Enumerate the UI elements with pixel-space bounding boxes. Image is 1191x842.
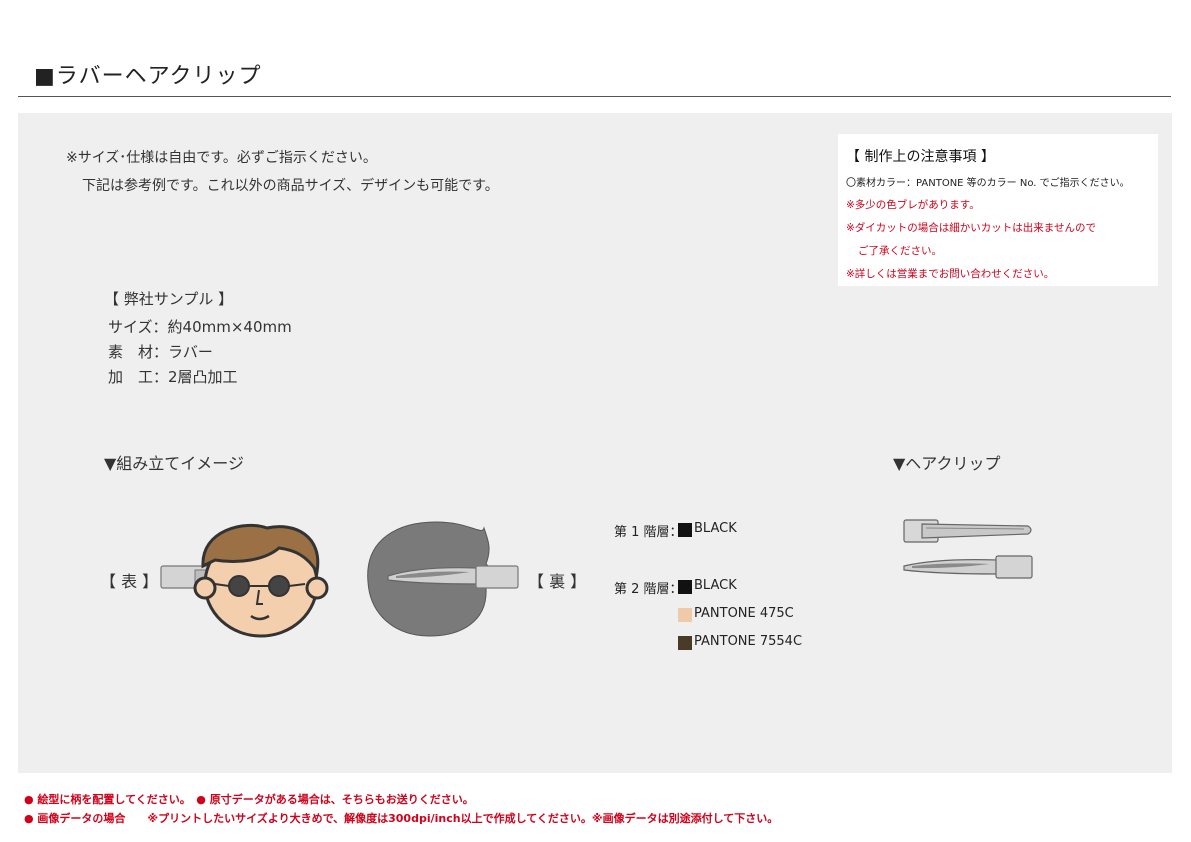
front-face-illustration (160, 523, 329, 638)
layer-2-swatch-pantone-475c (678, 608, 692, 622)
note-die-cut: ※ダイカットの場合は細かいカットは出来ませんので (846, 222, 1096, 234)
production-notes-title: 【 制作上の注意事項 】 (846, 149, 995, 165)
note-color-spec: 〇素材カラー：PANTONE 等のカラー No. でご指示ください。 (846, 178, 1130, 189)
back-head-illustration (367, 521, 519, 637)
clip-back-grip (475, 565, 519, 589)
layer-2-label: 第 2 階層： (614, 582, 683, 597)
page-title: ■ラバーヘアクリップ (34, 64, 262, 89)
note-contact: ※詳しくは営業までお問い合わせください。 (846, 268, 1055, 280)
left-lens (228, 575, 250, 597)
clip-top-arm (921, 523, 1032, 539)
layer-2-color-1: BLACK (694, 578, 737, 593)
note-die-cut-cont: ご了承ください。 (858, 245, 942, 257)
right-ear (305, 576, 329, 600)
layer-2-color-3: PANTONE 7554C (694, 634, 803, 649)
clip-bottom-grip (995, 555, 1033, 579)
layer-1-label: 第 1 階層： (614, 525, 683, 540)
sample-process: 加 工：2層凸加工 (108, 368, 238, 386)
layer-2-swatch-pantone-7554c (678, 636, 692, 650)
sample-material: 素 材：ラバー (108, 343, 213, 361)
footer-instruction-2: ● 画像データの場合 ※プリントしたいサイズより大きめで、解像度は300dpi/… (24, 812, 779, 825)
front-label: 【 表 】 (100, 572, 159, 591)
layer-2-color-2: PANTONE 475C (694, 606, 794, 621)
hair-clip-heading: ▼ヘアクリップ (893, 454, 1001, 473)
footer-instruction-1: ● 絵型に柄を配置してください。 ● 原寸データがある場合は、そちらもお送りくだ… (24, 793, 474, 806)
intro-line-2: 下記は参考例です。これ以外の商品サイズ、デザインも可能です。 (82, 178, 499, 194)
layer-2-swatch-black (678, 580, 692, 594)
sample-heading: 【 弊社サンプル 】 (104, 290, 234, 308)
layer-1-color: BLACK (694, 521, 737, 536)
left-ear (193, 576, 217, 600)
right-lens (268, 575, 290, 597)
note-color-variance: ※多少の色ブレがあります。 (846, 199, 980, 211)
back-label: 【 裏 】 (528, 572, 587, 591)
layer-1-swatch-black (678, 523, 692, 537)
intro-line-1: ※サイズ･仕様は自由です。必ずご指示ください。 (66, 150, 377, 166)
sample-size: サイズ：約40mm×40mm (108, 318, 292, 336)
assembly-heading: ▼組み立てイメージ (104, 454, 244, 473)
title-divider (18, 96, 1171, 97)
hair-clip-illustration (903, 519, 1033, 579)
